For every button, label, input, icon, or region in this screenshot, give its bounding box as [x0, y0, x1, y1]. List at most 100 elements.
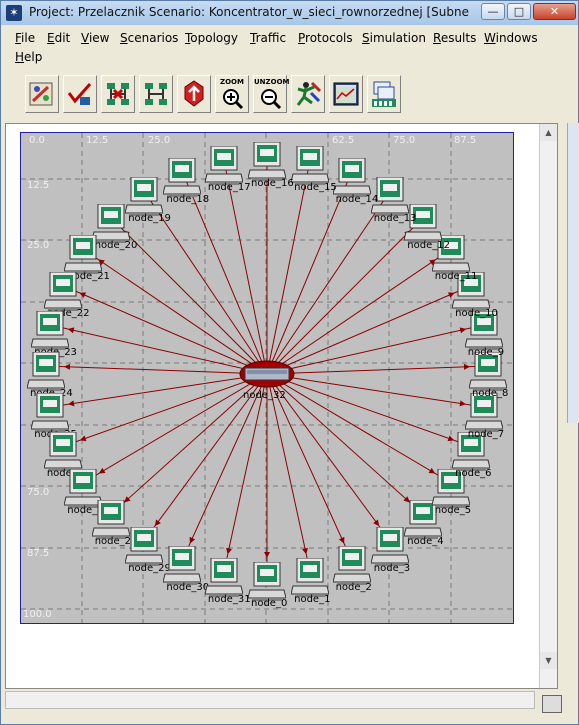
workstation-icon	[30, 392, 70, 432]
node-label: node_30	[166, 582, 210, 593]
link-line[interactable]	[266, 217, 424, 375]
hide-show-graphs-button[interactable]	[367, 75, 401, 113]
fail-link-button[interactable]	[101, 75, 135, 113]
message-log-icon[interactable]	[542, 695, 562, 713]
link-line[interactable]	[181, 373, 268, 561]
node-label: node_8	[472, 388, 509, 399]
link-line[interactable]	[266, 373, 353, 561]
link-line[interactable]	[62, 373, 268, 447]
workstation-icon	[290, 557, 330, 597]
node-label: node_3	[373, 562, 411, 574]
link-line[interactable]	[266, 324, 484, 375]
node-label: node_1	[294, 593, 331, 605]
maximize-button[interactable]: □	[507, 3, 531, 20]
node-label: node_2	[335, 582, 372, 593]
link-arrow	[264, 552, 270, 558]
workstation-icon	[124, 526, 164, 566]
node-label: node_17	[207, 182, 251, 194]
menu-protocols[interactable]: Protocols	[298, 31, 353, 45]
link-line[interactable]	[82, 373, 268, 484]
workstation-node[interactable]	[247, 561, 287, 602]
link-line[interactable]	[266, 373, 484, 408]
workstation-node[interactable]	[43, 431, 83, 472]
workstation-node[interactable]	[204, 557, 244, 598]
workstation-node[interactable]	[331, 157, 372, 198]
link-line[interactable]	[266, 373, 424, 515]
workstation-node[interactable]	[30, 392, 70, 433]
configure-run-simulation-button[interactable]	[291, 75, 325, 113]
return-to-parent-button[interactable]	[177, 75, 211, 113]
hub-icon	[239, 360, 295, 388]
workstation-node[interactable]	[43, 271, 83, 312]
scroll-up-arrow[interactable]: ▲	[540, 124, 557, 141]
menu-help[interactable]: Help	[15, 50, 42, 64]
workstation-node[interactable]	[30, 310, 70, 351]
check-links-button[interactable]	[63, 75, 97, 113]
open-palette-button[interactable]	[25, 75, 59, 113]
workstation-node[interactable]	[63, 234, 103, 275]
app-icon: ✶	[6, 5, 22, 21]
hub-node[interactable]	[239, 359, 295, 389]
workstation-node[interactable]	[290, 145, 330, 186]
node-label: node_16	[251, 178, 294, 189]
close-button[interactable]: ✕	[533, 3, 576, 20]
application-window: ✶ Project: Przelacznik Scenario: Koncent…	[0, 0, 579, 725]
menu-topology[interactable]: Topology	[185, 31, 238, 45]
link-line[interactable]	[266, 365, 489, 375]
node-label: node_4	[407, 536, 444, 548]
minimize-button[interactable]: —	[481, 3, 505, 20]
workstation-node[interactable]	[204, 145, 244, 186]
menu-results[interactable]: Results	[433, 31, 476, 45]
side-panel-edge	[567, 123, 579, 423]
return-to-parent-icon	[184, 80, 204, 107]
link-line[interactable]	[50, 324, 268, 375]
menu-file[interactable]: File	[15, 31, 35, 45]
menu-windows[interactable]: Windows	[484, 31, 538, 45]
hide-show-graphs-icon	[372, 81, 396, 107]
workstation-icon	[204, 557, 244, 597]
link-line[interactable]	[266, 373, 452, 484]
workstation-node[interactable]	[124, 526, 164, 567]
open-palette-icon	[29, 82, 53, 106]
zoom-in-icon	[223, 89, 244, 109]
link-line[interactable]	[266, 373, 472, 447]
workstation-node[interactable]	[247, 141, 287, 182]
menu-edit[interactable]: Edit	[47, 31, 70, 45]
link-line[interactable]	[266, 248, 452, 375]
workstation-node[interactable]	[290, 557, 330, 598]
workstation-node[interactable]	[124, 176, 164, 217]
fail-link-icon	[107, 83, 129, 105]
network-workspace[interactable]: 0.0 12.5 25.0 62.5 75.0 87.5 12.5 25.0 7…	[20, 132, 514, 624]
menu-traffic[interactable]: Traffic	[250, 31, 286, 45]
recover-link-button[interactable]	[139, 75, 173, 113]
zoom-in-button[interactable]: ZOOM	[215, 75, 249, 113]
node-label: node_11	[434, 271, 478, 283]
menu-view[interactable]: View	[81, 31, 109, 45]
workstation-node[interactable]	[162, 157, 203, 198]
workstation-icon	[124, 176, 164, 217]
node-label: node_19	[128, 213, 171, 225]
link-arrow	[302, 547, 308, 555]
workstation-node[interactable]	[370, 526, 410, 567]
menu-scenarios[interactable]: Scenarios	[120, 31, 178, 45]
title-bar[interactable]: ✶ Project: Przelacznik Scenario: Koncent…	[1, 1, 578, 25]
link-line[interactable]	[266, 285, 472, 375]
link-line[interactable]	[82, 248, 268, 375]
link-arrow	[226, 547, 232, 555]
zoom-out-button[interactable]: UNZOOM	[253, 75, 290, 113]
workstation-node[interactable]	[331, 545, 372, 586]
scroll-down-arrow[interactable]: ▼	[540, 652, 557, 669]
vertical-scrollbar[interactable]: ▲ ▼	[539, 124, 557, 688]
workstation-node[interactable]	[162, 545, 203, 586]
view-results-button[interactable]	[329, 75, 363, 113]
workstation-icon	[30, 310, 70, 351]
status-bar	[5, 691, 535, 709]
menu-simulation[interactable]: Simulation	[362, 31, 426, 45]
link-line[interactable]	[62, 285, 268, 375]
workstation-node[interactable]	[26, 351, 66, 392]
link-line[interactable]	[50, 373, 268, 408]
view-results-icon	[333, 82, 359, 106]
workstation-icon	[91, 499, 131, 540]
workstation-node[interactable]	[91, 499, 131, 540]
link-line[interactable]	[45, 365, 268, 375]
